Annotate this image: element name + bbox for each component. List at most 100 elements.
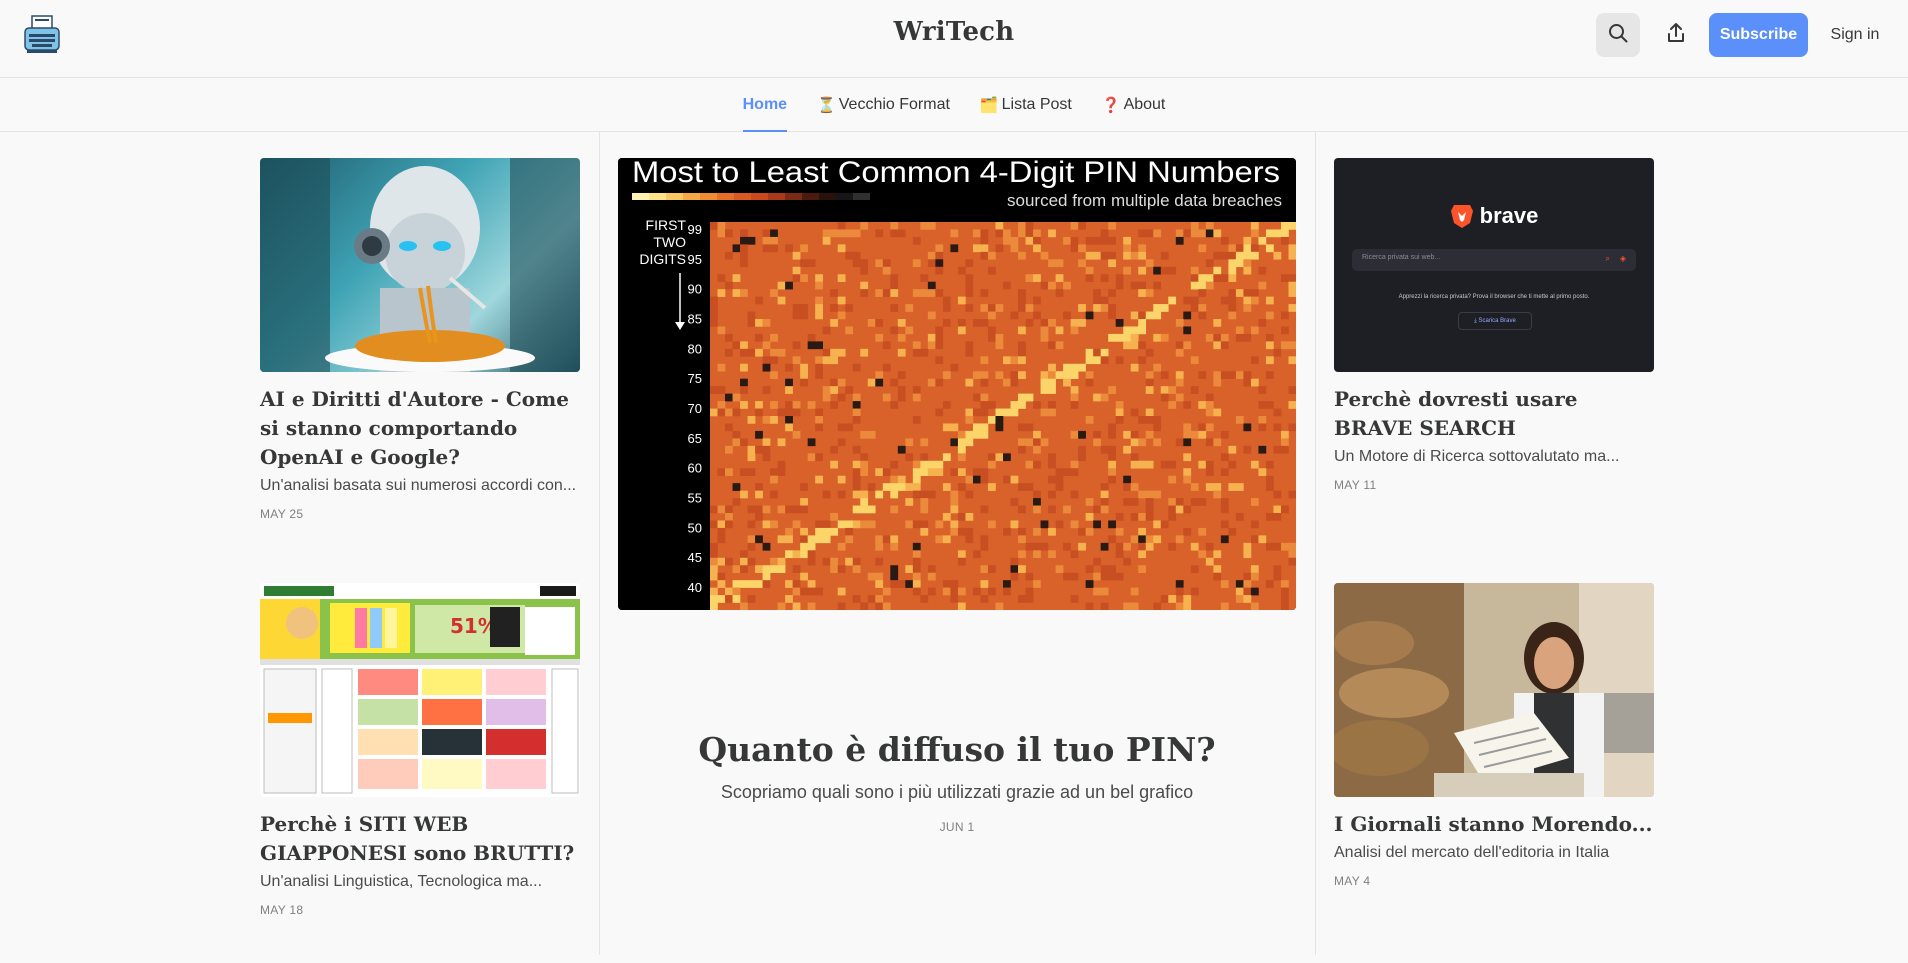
post-card[interactable]: AI e Diritti d'Autore - Come si stanno c…	[260, 158, 580, 521]
heatmap-cell	[867, 520, 876, 529]
heatmap-cell	[785, 535, 793, 544]
search-button[interactable]	[1596, 13, 1640, 57]
heatmap-cell	[1265, 483, 1274, 491]
heatmap-cell	[995, 222, 1004, 230]
heatmap-cell	[1220, 602, 1229, 610]
nav-item-lista-post[interactable]: 🗂️ Lista Post	[980, 78, 1072, 131]
post-title[interactable]: Perchè i SITI WEB GIAPPONESI sono BRUTTI…	[260, 810, 580, 868]
heatmap-cell	[912, 572, 921, 581]
post-title[interactable]: I Giornali stanno Morendo...	[1334, 810, 1654, 839]
post-thumbnail-newspaper-vendor[interactable]	[1334, 583, 1654, 797]
heatmap-cell	[1175, 348, 1184, 357]
heatmap-cell	[830, 289, 839, 297]
heatmap-cell	[740, 438, 748, 447]
heatmap-cell	[1100, 490, 1109, 499]
heatmap-cell	[770, 416, 778, 424]
sign-in-button[interactable]: Sign in	[1822, 13, 1888, 57]
nav-item-about[interactable]: ❓ About	[1102, 78, 1166, 131]
heatmap-cell	[725, 251, 733, 260]
heatmap-cell	[927, 289, 936, 297]
heatmap-cell	[785, 416, 793, 424]
heatmap-cell	[965, 475, 974, 484]
heatmap-cell	[1093, 348, 1101, 357]
share-button[interactable]	[1654, 13, 1698, 57]
heatmap-cell	[822, 229, 831, 238]
heatmap-cell	[852, 408, 861, 417]
heatmap-cell	[1160, 304, 1169, 312]
post-title[interactable]: AI e Diritti d'Autore - Come si stanno c…	[260, 385, 580, 472]
post-card[interactable]: brave Ricerca privata sui web... ⌕ ◈ App…	[1334, 158, 1654, 492]
heatmap-cell	[912, 550, 921, 559]
featured-post[interactable]: Most to Least Common 4-Digit PIN Numbers…	[618, 158, 1296, 610]
post-card[interactable]: 51% Perchè i SITI WEB GIAPPONESI sono BR…	[260, 583, 580, 917]
heatmap-cell	[897, 386, 906, 394]
heatmap-cell	[747, 520, 756, 529]
heatmap-cell	[1288, 281, 1296, 290]
heatmap-cell	[1025, 572, 1034, 581]
heatmap-cell	[912, 393, 921, 402]
heatmap-cell	[747, 505, 756, 514]
heatmap-cell	[942, 535, 951, 544]
heatmap-cell	[1093, 289, 1101, 297]
heatmap-cell	[1003, 356, 1011, 365]
heatmap-cell	[1138, 565, 1147, 573]
post-thumbnail-robot-eating-spaghetti[interactable]	[260, 158, 580, 372]
heatmap-cell	[1040, 520, 1049, 529]
heatmap-cell	[920, 348, 929, 357]
featured-post-image[interactable]: Most to Least Common 4-Digit PIN Numbers…	[618, 158, 1296, 610]
heatmap-cell	[755, 565, 763, 573]
post-card[interactable]: I Giornali stanno Morendo... Analisi del…	[1334, 583, 1654, 888]
heatmap-cell	[1108, 236, 1116, 245]
heatmap-cell	[1153, 266, 1162, 275]
heatmap-cell	[1205, 468, 1214, 476]
heatmap-cell	[882, 483, 891, 491]
heatmap-cell	[980, 595, 989, 603]
heatmap-cell	[987, 401, 996, 409]
heatmap-cell	[1130, 326, 1139, 335]
heatmap-cell	[882, 468, 891, 476]
heatmap-cell	[1070, 595, 1079, 603]
heatmap-cell	[740, 468, 748, 476]
heatmap-cell	[1235, 326, 1244, 335]
nav-item-home[interactable]: Home	[742, 78, 788, 132]
heatmap-cell	[755, 333, 763, 342]
post-thumbnail-japanese-website[interactable]: 51%	[260, 583, 580, 797]
heatmap-cell	[972, 408, 981, 417]
heatmap-cell	[785, 423, 793, 432]
heatmap-cell	[852, 595, 861, 603]
heatmap-cell	[777, 460, 786, 469]
heatmap-cell	[1070, 550, 1079, 559]
heatmap-cell	[770, 371, 778, 379]
heatmap-cell	[882, 587, 891, 596]
post-thumbnail-brave-search[interactable]: brave Ricerca privata sui web... ⌕ ◈ App…	[1334, 158, 1654, 372]
heatmap-cell	[740, 557, 748, 566]
brave-lion-icon	[1450, 205, 1473, 228]
post-subtitle: Un Motore di Ricerca sottovalutato ma...	[1334, 448, 1620, 465]
heatmap-cell	[1100, 229, 1109, 238]
heatmap-cell	[710, 311, 718, 320]
heatmap-cell	[1280, 311, 1289, 320]
heatmap-cell	[755, 580, 763, 588]
heatmap-cell	[942, 587, 951, 596]
post-title[interactable]: Perchè dovresti usare BRAVE SEARCH	[1334, 385, 1654, 443]
heatmap-cell	[875, 378, 884, 387]
heatmap-cell	[1265, 580, 1274, 588]
heatmap-cell	[815, 371, 823, 379]
heatmap-cell	[762, 520, 771, 529]
heatmap-cell	[740, 580, 748, 588]
subscribe-button[interactable]: Subscribe	[1709, 13, 1808, 57]
heatmap-cell	[890, 274, 899, 282]
heatmap-cell	[815, 520, 823, 529]
heatmap-cell	[747, 557, 756, 566]
heatmap-cell	[822, 348, 831, 357]
heatmap-cell	[762, 542, 771, 551]
heatmap-cell	[1123, 266, 1132, 275]
featured-post-title[interactable]: Quanto è diffuso il tuo PIN?	[618, 730, 1296, 769]
heatmap-cell	[1213, 378, 1222, 387]
heatmap-cell	[1138, 513, 1147, 521]
heatmap-cell	[972, 550, 981, 559]
heatmap-cell	[905, 304, 914, 312]
heatmap-cell	[792, 565, 801, 573]
nav-item-vecchio-format[interactable]: ⏳ Vecchio Format	[817, 78, 950, 131]
heatmap-cell	[1018, 550, 1026, 559]
